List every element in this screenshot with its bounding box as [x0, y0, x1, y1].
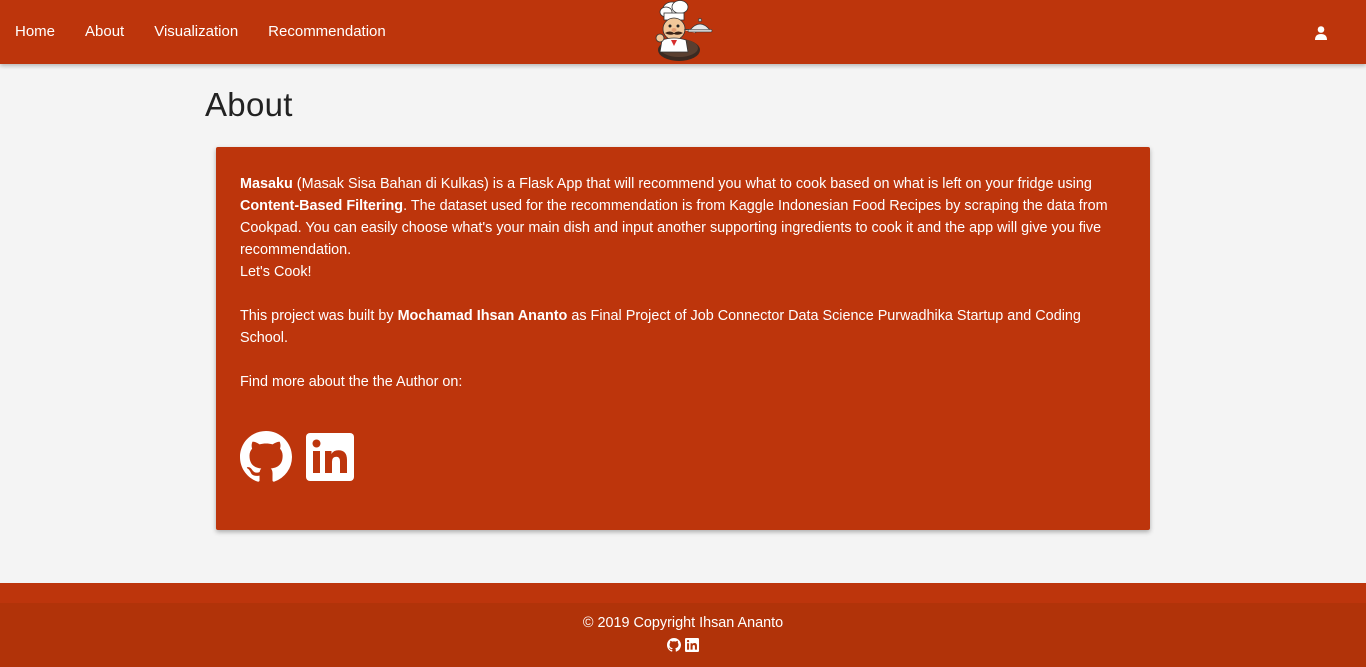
footer-top-band [0, 583, 1366, 603]
about-paragraph: Masaku (Masak Sisa Bahan di Kulkas) is a… [240, 173, 1126, 261]
page-title: About [205, 86, 293, 123]
author-paragraph: This project was built by Mochamad Ihsan… [240, 305, 1126, 349]
author-text-1: This project was built by [240, 308, 398, 324]
social-links [240, 431, 354, 483]
about-text-1: (Masak Sisa Bahan di Kulkas) is a Flask … [292, 176, 1092, 192]
chef-mascot-icon[interactable] [650, 0, 716, 64]
nav-about-link[interactable]: About [85, 0, 124, 64]
nav-home-link[interactable]: Home [15, 0, 55, 64]
footer: © 2019 Copyright Ihsan Ananto [0, 583, 1366, 667]
navbar: Home About Visualization Recommendation [0, 0, 1366, 64]
about-card: Masaku (Masak Sisa Bahan di Kulkas) is a… [216, 147, 1150, 530]
footer-social-links [0, 638, 1366, 652]
app-name: Masaku [240, 176, 293, 192]
github-icon[interactable] [240, 431, 292, 483]
linkedin-icon[interactable] [306, 433, 354, 481]
user-icon[interactable] [1313, 25, 1329, 41]
footer-github-icon[interactable] [667, 638, 681, 652]
nav-visualization-link[interactable]: Visualization [154, 0, 238, 64]
lets-cook-text: Let's Cook! [240, 264, 312, 280]
footer-copyright: © 2019 Copyright Ihsan Ananto [582, 615, 784, 631]
method-name: Content-Based Filtering [240, 198, 404, 214]
footer-linkedin-icon[interactable] [685, 638, 699, 652]
nav-recommendation-link[interactable]: Recommendation [268, 0, 386, 64]
nav-links: Home About Visualization Recommendation [0, 0, 416, 64]
author-name: Mochamad Ihsan Ananto [397, 308, 568, 324]
find-more-text: Find more about the the Author on: [240, 374, 463, 390]
